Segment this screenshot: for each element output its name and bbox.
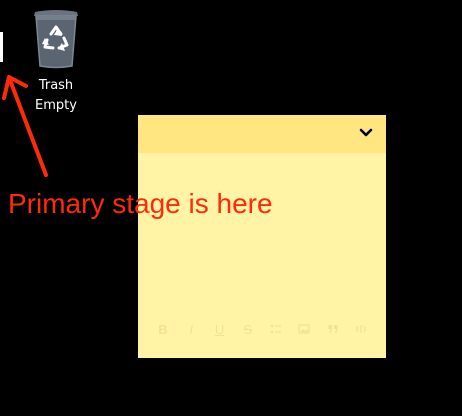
bullets-icon [270,324,282,334]
bold-button[interactable]: B [154,322,172,337]
note-formatting-toolbar: B I U S [154,320,370,338]
quote-icon [328,325,338,334]
strikethrough-button[interactable]: S [239,322,257,337]
trash-label: Trash [38,78,74,93]
sticky-note[interactable]: B I U S [138,115,386,358]
bullets-button[interactable] [267,323,285,335]
annotation-label: Primary stage is here [8,188,273,219]
italic-button[interactable]: I [182,322,200,337]
quote-button[interactable] [324,323,342,335]
note-text-area[interactable] [138,153,386,328]
note-menu-button[interactable] [358,125,374,141]
trash-status: Empty [35,98,77,113]
note-header[interactable] [138,115,386,153]
chevron-down-icon [359,128,373,137]
trash-desktop-icon[interactable]: Trash Empty [20,8,92,116]
voice-button[interactable] [352,323,370,335]
voice-icon [356,325,366,333]
image-icon [298,324,311,334]
recycle-bin-icon [34,10,78,69]
monitor-edge-indicator [0,32,3,62]
image-button[interactable] [295,323,313,335]
underline-button[interactable]: U [211,322,229,337]
